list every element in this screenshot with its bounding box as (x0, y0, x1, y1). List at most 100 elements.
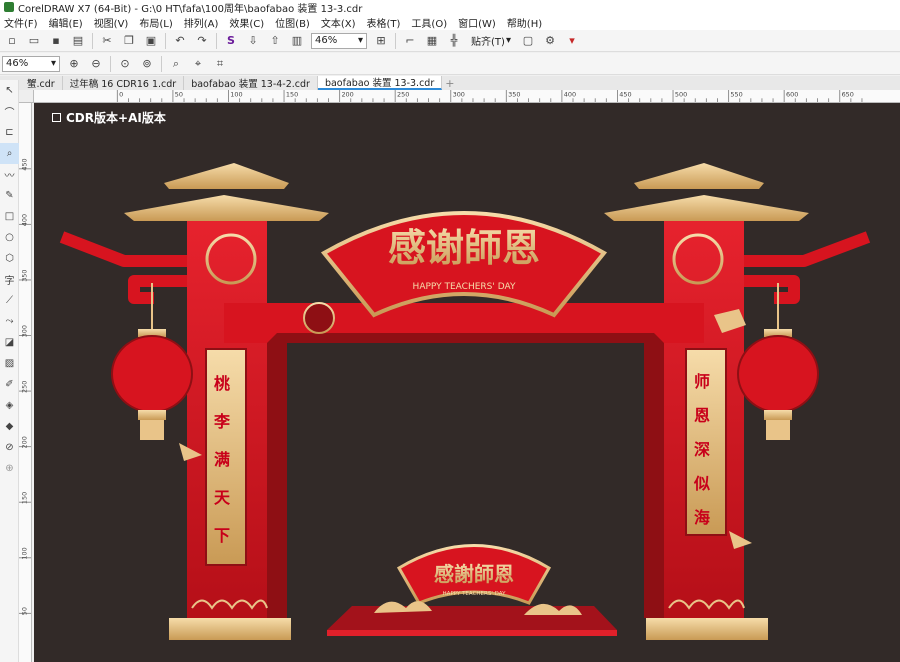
menu-window[interactable]: 窗口(W) (458, 15, 496, 30)
ruler-label: 100 (230, 90, 242, 98)
menu-table[interactable]: 表格(T) (367, 15, 401, 30)
zoom-to-selected-icon[interactable]: ⊙ (117, 56, 133, 72)
paste-icon[interactable]: ▣ (143, 33, 159, 49)
artistic-media-tool-icon[interactable]: ✎ (0, 185, 19, 206)
document-tab-label: 蟹.cdr (27, 79, 55, 90)
print-icon[interactable]: ▤ (70, 33, 86, 49)
show-guidelines-icon[interactable]: ╬ (446, 33, 462, 49)
horizontal-ruler[interactable]: 0 50 100 150 200 250 300 350 400 450 500 550 600 650 (34, 90, 900, 103)
open-icon[interactable]: ▭ (26, 33, 42, 49)
ruler-label: 400 (20, 214, 28, 226)
zoom-in-icon[interactable]: ⊕ (66, 56, 82, 72)
ruler-label: 200 (20, 436, 28, 448)
new-icon[interactable]: ▫ (4, 33, 20, 49)
document-tab-label: baofabao 装置 13-4-2.cdr (191, 79, 310, 90)
standard-toolbar: ▫ ▭ ▪ ▤ ✂ ❐ ▣ ↶ ↷ S ⇩ ⇧ ▥ 46% ▾ ⊞ ⌐ ▦ ╬ 贴… (0, 30, 900, 52)
full-screen-preview-icon[interactable]: ⊞ (373, 33, 389, 49)
zoom-to-page-height-icon[interactable]: ⌗ (212, 56, 228, 72)
teachers-day-arch-artwork[interactable]: 感谢師恩 HAPPY TEACHERS' DAY 感謝師恩 HAPPY TEAC… (34, 103, 900, 662)
stage-platform (327, 630, 617, 636)
interactive-fill-tool-icon[interactable]: ◈ (0, 395, 19, 416)
transparency-tool-icon[interactable]: ▨ (0, 353, 19, 374)
left-couplet-char: 桃 (214, 374, 231, 393)
main-title: 感谢師恩 (388, 225, 540, 270)
menu-bitmaps[interactable]: 位图(B) (275, 15, 310, 30)
ellipse-tool-icon[interactable]: ○ (0, 227, 19, 248)
save-icon[interactable]: ▪ (48, 33, 64, 49)
connector-tool-icon[interactable]: ⤳ (0, 311, 19, 332)
undo-icon[interactable]: ↶ (172, 33, 188, 49)
menu-view[interactable]: 视图(V) (94, 15, 129, 30)
publish-pdf-icon[interactable]: ▥ (289, 33, 305, 49)
zoom-tool-icon[interactable]: ⌕ (0, 143, 19, 164)
redo-icon[interactable]: ↷ (194, 33, 210, 49)
menu-text[interactable]: 文本(X) (321, 15, 356, 30)
drawing-canvas[interactable]: CDR版本+AI版本 感谢師恩 HAPPY TEACHERS' DAY 感謝師恩… (34, 103, 900, 662)
parallel-dimension-tool-icon[interactable]: ⟋ (0, 290, 19, 311)
pick-tool-icon[interactable]: ↖ (0, 80, 19, 101)
rectangle-tool-icon[interactable]: □ (0, 206, 19, 227)
snap-to-menu[interactable]: 贴齐(T) ▾ (468, 33, 514, 49)
options-icon[interactable]: ⚙ (542, 33, 558, 49)
welcome-screen-icon[interactable]: ▢ (520, 33, 536, 49)
polygon-tool-icon[interactable]: ⬡ (0, 248, 19, 269)
ruler-label: 200 (341, 90, 353, 98)
copy-icon[interactable]: ❐ (121, 33, 137, 49)
menu-help[interactable]: 帮助(H) (507, 15, 542, 30)
show-rulers-icon[interactable]: ⌐ (402, 33, 418, 49)
vertical-ruler[interactable]: 450 400 350 300 250 200 150 100 50 (19, 103, 32, 662)
right-couplet-char: 海 (694, 508, 711, 527)
export-icon[interactable]: ⇧ (267, 33, 283, 49)
crop-tool-icon[interactable]: ⊏ (0, 122, 19, 143)
zoom-levels-value: 46% (6, 58, 29, 69)
ruler-origin[interactable] (19, 90, 34, 103)
smart-fill-tool-icon[interactable]: ◆ (0, 416, 19, 437)
add-tab-icon[interactable]: + (442, 77, 456, 90)
add-tool-icon[interactable]: ⊕ (0, 458, 19, 479)
zoom-level-select[interactable]: 46% ▾ (311, 32, 367, 49)
menu-arrange[interactable]: 排列(A) (184, 15, 219, 30)
left-lantern-tassel (140, 420, 164, 440)
shape-tool-icon[interactable]: ⌒ (0, 101, 19, 122)
color-eyedropper-tool-icon[interactable]: ✐ (0, 374, 19, 395)
search-content-icon[interactable]: S (223, 33, 239, 49)
menu-edit[interactable]: 编辑(E) (49, 15, 83, 30)
small-title: 感謝師恩 (434, 562, 514, 586)
cut-icon[interactable]: ✂ (99, 33, 115, 49)
ruler-label: 550 (730, 90, 742, 98)
import-icon[interactable]: ⇩ (245, 33, 261, 49)
menu-tools[interactable]: 工具(O) (411, 15, 447, 30)
ruler-label: 100 (20, 547, 28, 559)
document-tab[interactable]: baofabao 装置 13-4-2.cdr (184, 76, 318, 90)
ruler-label: 150 (20, 492, 28, 504)
menu-effects[interactable]: 效果(C) (229, 15, 264, 30)
zoom-out-icon[interactable]: ⊖ (88, 56, 104, 72)
left-roof-bottom (124, 195, 329, 221)
toolbar-divider (395, 32, 396, 49)
document-tab[interactable]: 蟹.cdr (20, 76, 63, 90)
right-couplet-char: 恩 (694, 406, 711, 425)
document-tab-active[interactable]: baofabao 装置 13-3.cdr (317, 76, 443, 90)
small-lantern-ornament (303, 302, 335, 334)
outline-pen-icon[interactable]: ⊘ (0, 437, 19, 458)
zoom-to-page-width-icon[interactable]: ⌖ (190, 56, 206, 72)
right-inner-wall (644, 343, 664, 618)
freehand-tool-icon[interactable]: 〰 (0, 164, 19, 185)
left-inner-wall (267, 343, 287, 618)
zoom-levels-select[interactable]: 46% ▾ (2, 55, 60, 72)
ruler-label: 450 (619, 90, 631, 98)
application-launcher-icon[interactable]: ▾ (564, 33, 580, 49)
text-tool-icon[interactable]: 字 (0, 269, 19, 290)
drop-shadow-tool-icon[interactable]: ◪ (0, 332, 19, 353)
ruler-label: 50 (175, 90, 183, 98)
toolbar-divider (216, 32, 217, 49)
left-couplet-char: 下 (214, 526, 231, 545)
show-grid-icon[interactable]: ▦ (424, 33, 440, 49)
menu-layout[interactable]: 布局(L) (139, 15, 172, 30)
menu-file[interactable]: 文件(F) (4, 15, 38, 30)
document-tab[interactable]: 过年稿 16 CDR16 1.cdr (62, 76, 185, 90)
left-couplet-char: 天 (214, 488, 231, 507)
zoom-to-all-objects-icon[interactable]: ⊚ (139, 56, 155, 72)
zoom-to-page-icon[interactable]: ⌕ (168, 56, 184, 72)
arch-inner-shadow (267, 333, 664, 343)
